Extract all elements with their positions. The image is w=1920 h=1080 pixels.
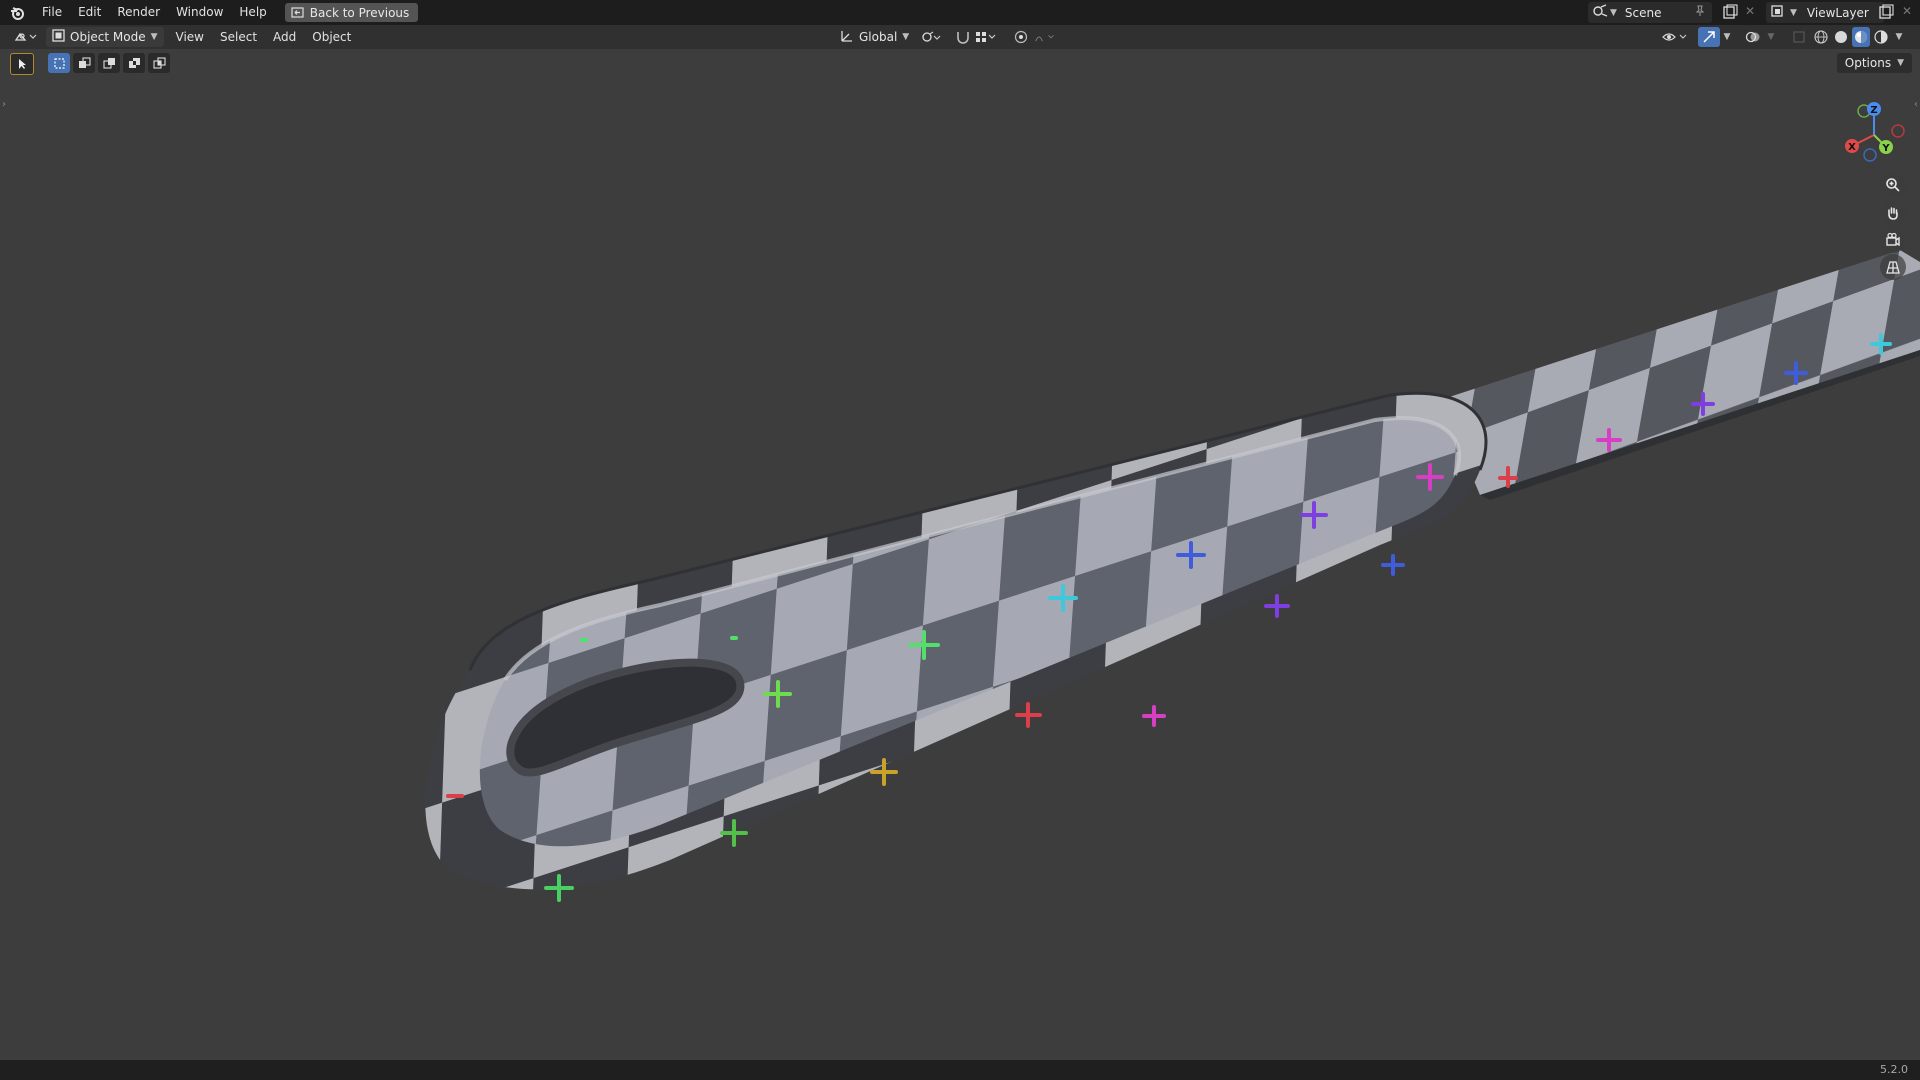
object-mode-dropdown[interactable]: Object Mode ▼ — [46, 27, 164, 47]
viewlayer-dropdown-icon: ▼ — [1790, 7, 1797, 18]
shading-dropdown-icon[interactable]: ▼ — [1892, 27, 1906, 47]
menu-select[interactable]: Select — [212, 25, 265, 49]
object-mode-label: Object Mode — [70, 30, 146, 44]
tool-settings-row — [10, 53, 170, 75]
material-preview-shading-icon[interactable] — [1852, 27, 1870, 47]
scene-dropdown-icon: ▼ — [1610, 7, 1617, 18]
rendered-shading-icon[interactable] — [1872, 27, 1890, 47]
select-mode-difference-icon[interactable] — [123, 53, 145, 73]
pin-icon[interactable] — [1694, 5, 1706, 20]
back-to-previous-button[interactable]: Back to Previous — [284, 3, 419, 22]
snap-target-icon[interactable] — [974, 27, 996, 47]
solid-shading-icon[interactable] — [1832, 27, 1850, 47]
navigation-gizmo[interactable]: Z X Y — [1834, 91, 1914, 171]
editor-type-icon[interactable] — [12, 27, 40, 47]
select-tool-icon[interactable] — [10, 53, 34, 75]
handle-shape — [1440, 250, 1920, 495]
perspective-toggle-icon[interactable] — [1880, 254, 1906, 280]
gizmo-x-label: X — [1848, 142, 1856, 153]
wireframe-shading-icon[interactable] — [1812, 27, 1830, 47]
delete-scene-icon[interactable]: ✕ — [1745, 4, 1755, 18]
3d-viewport[interactable]: › ‹ Z X Y — [0, 49, 1920, 1059]
transform-orientation-dropdown[interactable]: Global ▼ — [834, 27, 915, 47]
status-bar: 5.2.0 — [0, 1060, 1920, 1080]
select-mode-intersect-icon[interactable] — [148, 53, 170, 73]
top-bar: File Edit Render Window Help Back to Pre… — [0, 0, 1920, 25]
orientation-label: Global — [859, 30, 898, 44]
new-scene-icon[interactable] — [1722, 4, 1738, 23]
menu-view[interactable]: View — [168, 25, 212, 49]
blender-logo-icon[interactable] — [0, 0, 34, 25]
scene-name: Scene — [1624, 5, 1662, 20]
menu-help[interactable]: Help — [231, 0, 274, 25]
overlays-toggle-icon[interactable] — [1742, 27, 1764, 47]
chevron-down-icon: ▼ — [1897, 58, 1904, 68]
overlays-dropdown-icon[interactable]: ▼ — [1764, 27, 1778, 47]
menu-edit[interactable]: Edit — [70, 0, 109, 25]
menu-window[interactable]: Window — [168, 0, 231, 25]
camera-view-icon[interactable] — [1880, 227, 1906, 253]
toolbar-expand-icon[interactable]: › — [2, 99, 6, 110]
falloff-curve-icon[interactable] — [1034, 27, 1056, 47]
select-mode-extend-icon[interactable] — [73, 53, 95, 73]
object-mode-icon — [52, 29, 65, 45]
new-viewlayer-icon[interactable] — [1878, 4, 1894, 23]
pan-hand-icon[interactable] — [1880, 200, 1906, 226]
scene-render — [425, 250, 1920, 902]
select-mode-new-icon[interactable] — [48, 53, 70, 73]
zoom-icon[interactable] — [1880, 172, 1906, 198]
paddle-face-shape — [479, 418, 1460, 847]
scene-icon — [1592, 4, 1610, 21]
options-label: Options — [1844, 56, 1892, 70]
back-icon — [291, 7, 304, 18]
sidebar-expand-icon[interactable]: ‹ — [1914, 99, 1918, 110]
chevron-down-icon: ▼ — [902, 32, 910, 42]
back-to-previous-label: Back to Previous — [309, 5, 410, 20]
proportional-editing-icon[interactable] — [1010, 27, 1032, 47]
viewlayer-icon — [1771, 4, 1787, 21]
menu-object[interactable]: Object — [304, 25, 359, 49]
gizmo-toggle-icon[interactable] — [1698, 27, 1720, 47]
visibility-selectability-icon[interactable] — [1660, 27, 1690, 47]
snap-toggle-icon[interactable] — [952, 27, 974, 47]
viewport-header: Object Mode ▼ View Select Add Object Glo… — [0, 25, 1920, 49]
select-mode-subtract-icon[interactable] — [98, 53, 120, 73]
scene-selector[interactable]: ▼ Scene — [1588, 2, 1712, 23]
menu-add[interactable]: Add — [265, 25, 304, 49]
menu-render[interactable]: Render — [109, 0, 168, 25]
gizmo-z-label: Z — [1870, 105, 1877, 116]
viewlayer-name: ViewLayer — [1806, 5, 1869, 20]
gizmo-dropdown-icon[interactable]: ▼ — [1720, 27, 1734, 47]
options-dropdown[interactable]: Options ▼ — [1836, 53, 1912, 73]
viewlayer-selector[interactable]: ▼ ViewLayer — [1766, 2, 1884, 23]
version-label: 5.2.0 — [1880, 1063, 1908, 1076]
orientation-icon — [840, 29, 854, 46]
chevron-down-icon: ▼ — [150, 32, 158, 42]
delete-viewlayer-icon[interactable]: ✕ — [1902, 4, 1912, 18]
xray-toggle-icon[interactable] — [1788, 27, 1810, 47]
gizmo-y-label: Y — [1881, 143, 1890, 154]
pivot-point-icon[interactable] — [920, 27, 942, 47]
menu-file[interactable]: File — [34, 0, 70, 25]
